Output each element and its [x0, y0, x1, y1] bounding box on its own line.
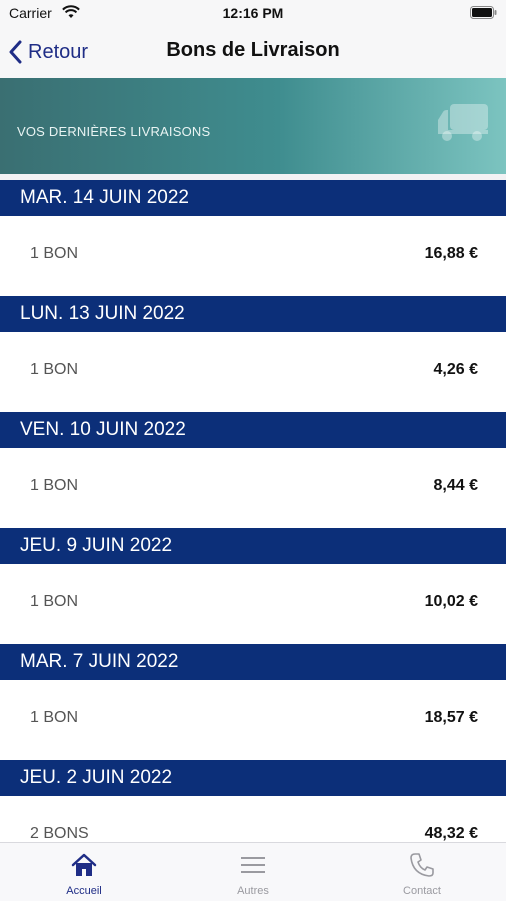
delivery-amount: 10,02 € — [424, 593, 478, 610]
banner-text: VOS DERNIÈRES LIVRAISONS — [17, 124, 211, 139]
status-time: 12:16 PM — [222, 5, 284, 21]
date-header: LUN. 13 JUIN 2022 — [0, 296, 506, 332]
delivery-count: 1 BON — [30, 245, 79, 262]
delivery-amount: 18,57 € — [424, 709, 478, 726]
date-header: MAR. 7 JUIN 2022 — [0, 644, 506, 680]
tab-accueil[interactable]: Accueil — [0, 843, 168, 901]
truck-icon — [438, 104, 488, 141]
date-header: JEU. 9 JUIN 2022 — [0, 528, 506, 564]
delivery-count: 1 BON — [30, 361, 79, 378]
delivery-count: 2 BONS — [30, 825, 89, 842]
status-bar: Carrier 12:16 PM — [0, 0, 506, 26]
delivery-count: 1 BON — [30, 709, 79, 726]
delivery-row[interactable]: 1 BON 10,02 € — [0, 564, 506, 644]
delivery-row[interactable]: 1 BON 16,88 € — [0, 216, 506, 296]
tab-contact[interactable]: Contact — [338, 843, 506, 901]
home-icon — [71, 853, 97, 876]
delivery-row[interactable]: 1 BON 4,26 € — [0, 332, 506, 412]
delivery-amount: 4,26 € — [433, 361, 478, 378]
tab-label: Contact — [403, 885, 441, 897]
delivery-row[interactable]: 1 BON 18,57 € — [0, 680, 506, 760]
phone-icon — [410, 853, 434, 877]
menu-icon — [241, 857, 265, 873]
banner: VOS DERNIÈRES LIVRAISONS — [0, 78, 506, 174]
battery-icon — [470, 6, 497, 19]
delivery-list: MAR. 14 JUIN 2022 1 BON 16,88 € LUN. 13 JUI… — [0, 180, 506, 876]
delivery-row[interactable]: 1 BON 8,44 € — [0, 448, 506, 528]
date-header: VEN. 10 JUIN 2022 — [0, 412, 506, 448]
tab-bar: Accueil Autres Contact — [0, 842, 506, 901]
navigation-bar: Retour Bons de Livraison — [0, 26, 506, 78]
date-header: MAR. 14 JUIN 2022 — [0, 180, 506, 216]
delivery-amount: 48,32 € — [424, 825, 478, 842]
page-title: Bons de Livraison — [166, 39, 340, 61]
delivery-count: 1 BON — [30, 593, 79, 610]
tab-label: Autres — [237, 885, 269, 897]
date-header: JEU. 2 JUIN 2022 — [0, 760, 506, 796]
tab-autres[interactable]: Autres — [169, 843, 337, 901]
delivery-count: 1 BON — [30, 477, 79, 494]
delivery-amount: 8,44 € — [433, 477, 478, 494]
tab-label: Accueil — [66, 885, 102, 897]
delivery-amount: 16,88 € — [424, 245, 478, 262]
